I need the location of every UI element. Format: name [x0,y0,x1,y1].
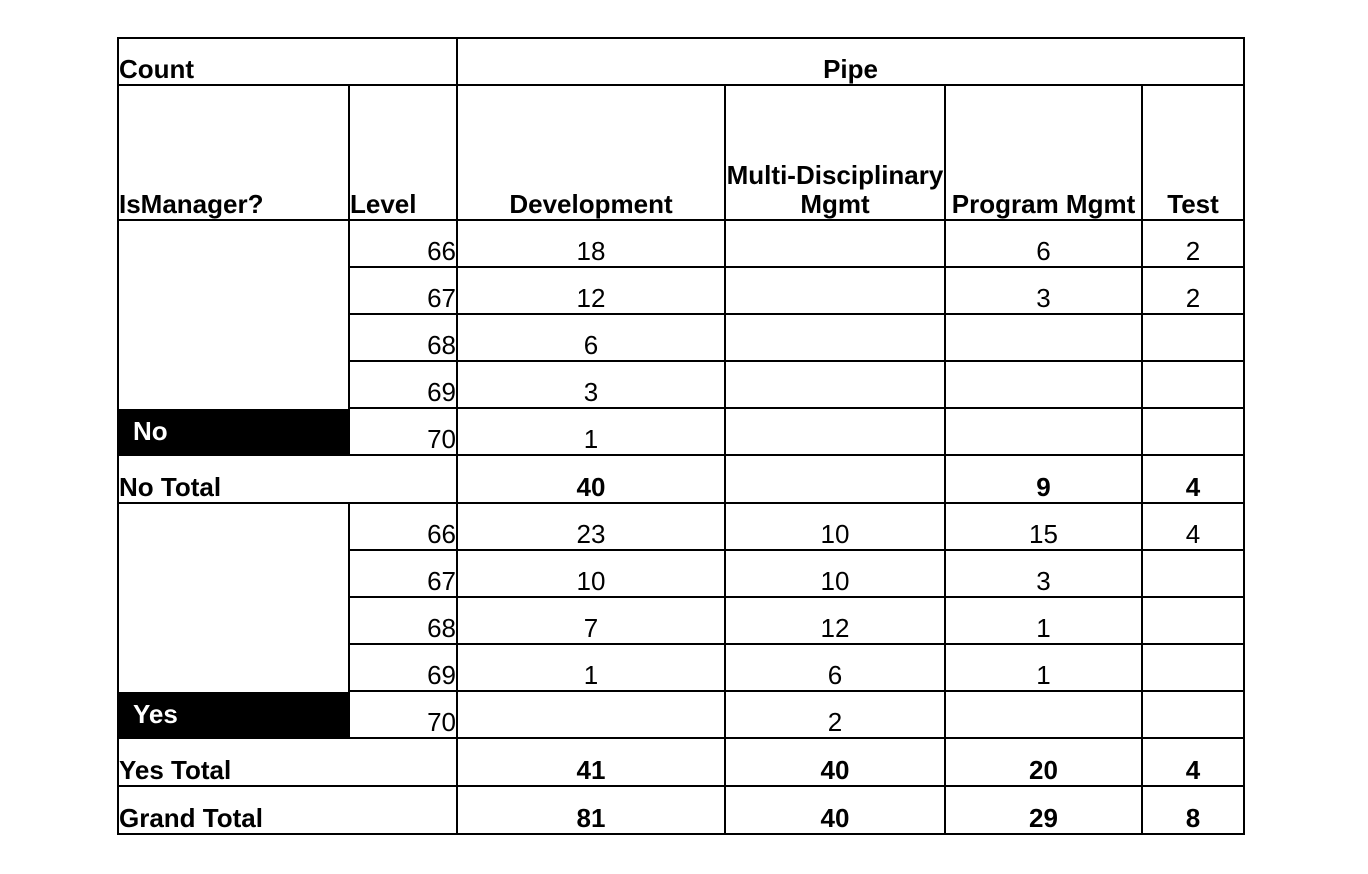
row-field-level[interactable]: Level [348,84,458,221]
value-cell-test [1140,549,1246,598]
value-cell-development: 1 [456,407,726,456]
value-cell-program-mgmt: 3 [944,266,1143,315]
subtotal-value-program-mgmt: 9 [944,454,1143,504]
group-label-yes[interactable]: Yes [117,502,350,739]
column-header-program-mgmt[interactable]: Program Mgmt [944,84,1143,221]
value-cell-multi-disciplinary-mgmt: 10 [724,502,946,551]
subtotal-value-development: 41 [456,737,726,787]
value-cell-multi-disciplinary-mgmt: 6 [724,643,946,692]
value-cell-test [1140,313,1246,362]
value-cell-program-mgmt: 3 [944,549,1143,598]
value-cell-program-mgmt [944,313,1143,362]
value-cell-program-mgmt: 1 [944,643,1143,692]
subtotal-label-yes-total: Yes Total [117,737,458,787]
level-cell: 67 [348,549,458,598]
value-cell-development: 12 [456,266,726,315]
value-cell-program-mgmt: 6 [944,219,1143,268]
level-cell: 66 [348,219,458,268]
value-cell-multi-disciplinary-mgmt [724,407,946,456]
group-label-yes-text: Yes [119,692,348,737]
header-row-fields: IsManager? Level Development Multi-Disci… [117,84,1246,221]
value-cell-multi-disciplinary-mgmt: 12 [724,596,946,645]
value-cell-development: 7 [456,596,726,645]
group-label-no-text: No [119,409,348,454]
level-cell: 68 [348,313,458,362]
grand-total-value-program-mgmt: 29 [944,785,1143,835]
grand-total-value-development: 81 [456,785,726,835]
subtotal-value-test: 4 [1140,454,1246,504]
value-cell-test [1140,596,1246,645]
value-cell-multi-disciplinary-mgmt [724,313,946,362]
column-group-header-pipe: Pipe [455,37,1246,86]
value-cell-multi-disciplinary-mgmt [724,266,946,315]
column-header-test[interactable]: Test [1140,84,1246,221]
value-cell-program-mgmt: 15 [944,502,1143,551]
subtotal-row-no: No Total 40 9 4 [117,454,1246,504]
pivot-table: Count Pipe IsManager? Level Development … [117,37,1246,835]
level-cell: 68 [348,596,458,645]
value-cell-development: 6 [456,313,726,362]
value-cell-program-mgmt: 1 [944,596,1143,645]
value-cell-program-mgmt [944,360,1143,409]
column-header-multi-disciplinary-mgmt[interactable]: Multi-Disciplinary Mgmt [724,84,946,221]
subtotal-row-yes: Yes Total 41 40 20 4 [117,737,1246,787]
subtotal-value-multi-disciplinary-mgmt: 40 [724,737,946,787]
value-cell-development: 10 [456,549,726,598]
subtotal-value-test: 4 [1140,737,1246,787]
grand-total-value-multi-disciplinary-mgmt: 40 [724,785,946,835]
subtotal-value-multi-disciplinary-mgmt [724,454,946,504]
level-cell: 70 [348,690,458,739]
value-cell-test: 4 [1140,502,1246,551]
level-cell: 69 [348,643,458,692]
row-field-ismanager[interactable]: IsManager? [117,84,350,221]
value-cell-multi-disciplinary-mgmt [724,360,946,409]
value-cell-program-mgmt [944,407,1143,456]
value-cell-development: 18 [456,219,726,268]
value-cell-test: 2 [1140,219,1246,268]
value-cell-program-mgmt [944,690,1143,739]
subtotal-label-no-total: No Total [117,454,458,504]
value-cell-development [456,690,726,739]
table-row: Yes 66 23 10 15 4 [117,502,1246,739]
grand-total-value-test: 8 [1140,785,1246,835]
value-cell-test: 2 [1140,266,1246,315]
value-cell-test [1140,643,1246,692]
value-cell-development: 23 [456,502,726,551]
value-cell-development: 1 [456,643,726,692]
value-cell-test [1140,360,1246,409]
pivot-table-container: Count Pipe IsManager? Level Development … [117,37,1246,835]
grand-total-label: Grand Total [117,785,458,835]
column-header-development[interactable]: Development [456,84,726,221]
corner-count-label: Count [117,37,458,86]
level-cell: 69 [348,360,458,409]
level-cell: 70 [348,407,458,456]
value-cell-test [1140,690,1246,739]
subtotal-value-program-mgmt: 20 [944,737,1143,787]
group-label-no[interactable]: No [117,219,350,456]
level-cell: 67 [348,266,458,315]
table-row: No 66 18 6 2 [117,219,1246,456]
value-cell-multi-disciplinary-mgmt: 2 [724,690,946,739]
grand-total-row: Grand Total 81 40 29 8 [117,785,1246,835]
level-cell: 66 [348,502,458,551]
value-cell-test [1140,407,1246,456]
header-row-top: Count Pipe [117,37,1246,86]
value-cell-development: 3 [456,360,726,409]
value-cell-multi-disciplinary-mgmt [724,219,946,268]
value-cell-multi-disciplinary-mgmt: 10 [724,549,946,598]
subtotal-value-development: 40 [456,454,726,504]
